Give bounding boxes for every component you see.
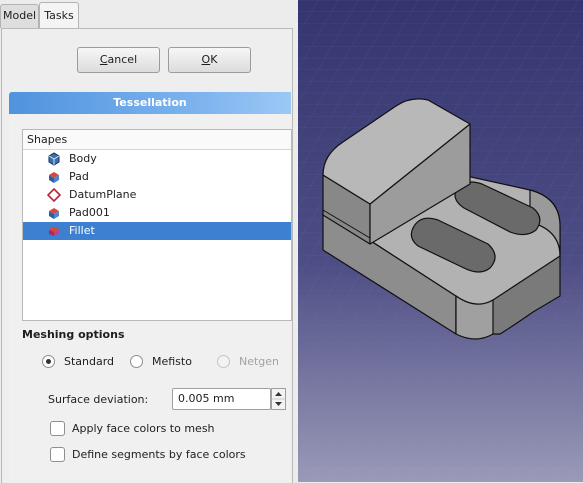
shapes-tree[interactable]: Shapes Body Pad DatumPlane Pad001 Fillet: [22, 129, 292, 321]
cancel-label: ancel: [107, 53, 138, 66]
tree-item-body[interactable]: Body: [23, 150, 291, 168]
apply-face-colors-label: Apply face colors to mesh: [72, 422, 215, 435]
body-icon: [48, 152, 60, 166]
tessellation-header[interactable]: Tessellation: [9, 92, 291, 114]
task-panel: Model Tasks Cancel OK Tessellation Shape…: [0, 0, 298, 483]
mefisto-radio[interactable]: [130, 355, 143, 368]
tree-item-pad001[interactable]: Pad001: [23, 204, 291, 222]
surface-deviation-label: Surface deviation:: [48, 393, 149, 406]
ok-mnemonic: O: [201, 53, 211, 66]
3d-viewport[interactable]: [298, 0, 583, 482]
spin-arrows-icon[interactable]: [271, 388, 286, 410]
define-segments-label: Define segments by face colors: [72, 448, 246, 461]
tab-model[interactable]: Model: [0, 4, 39, 28]
tab-bar: Model Tasks: [0, 0, 298, 29]
tree-item-label: Body: [69, 152, 97, 165]
fillet-icon: [49, 226, 59, 236]
netgen-label: Netgen: [239, 355, 280, 368]
cancel-button[interactable]: Cancel: [77, 47, 160, 73]
mefisto-label: Mefisto: [152, 355, 192, 368]
tree-item-label: Pad: [69, 170, 89, 183]
datum-plane-icon: [47, 188, 61, 202]
pad-icon: [49, 172, 59, 183]
tree-item-label: Fillet: [69, 224, 95, 237]
define-segments-checkbox[interactable]: [50, 447, 65, 462]
tree-item-label: DatumPlane: [69, 188, 137, 201]
shapes-column-header[interactable]: Shapes: [23, 130, 291, 150]
tab-tasks[interactable]: Tasks: [39, 2, 79, 29]
pad-icon: [49, 208, 59, 219]
apply-face-colors-checkbox[interactable]: [50, 421, 65, 436]
netgen-radio[interactable]: [217, 355, 230, 368]
meshing-options-title: Meshing options: [22, 328, 125, 341]
standard-label: Standard: [64, 355, 115, 368]
tree-item-datumplane[interactable]: DatumPlane: [23, 186, 291, 204]
surface-deviation-input[interactable]: 0.005 mm: [172, 388, 271, 410]
ok-button[interactable]: OK: [168, 47, 251, 73]
ok-label: K: [210, 53, 218, 66]
cancel-mnemonic: C: [99, 53, 108, 66]
tree-item-label: Pad001: [69, 206, 110, 219]
tree-item-fillet[interactable]: Fillet: [23, 222, 291, 240]
tree-item-pad[interactable]: Pad: [23, 168, 291, 186]
standard-radio[interactable]: [42, 355, 55, 368]
